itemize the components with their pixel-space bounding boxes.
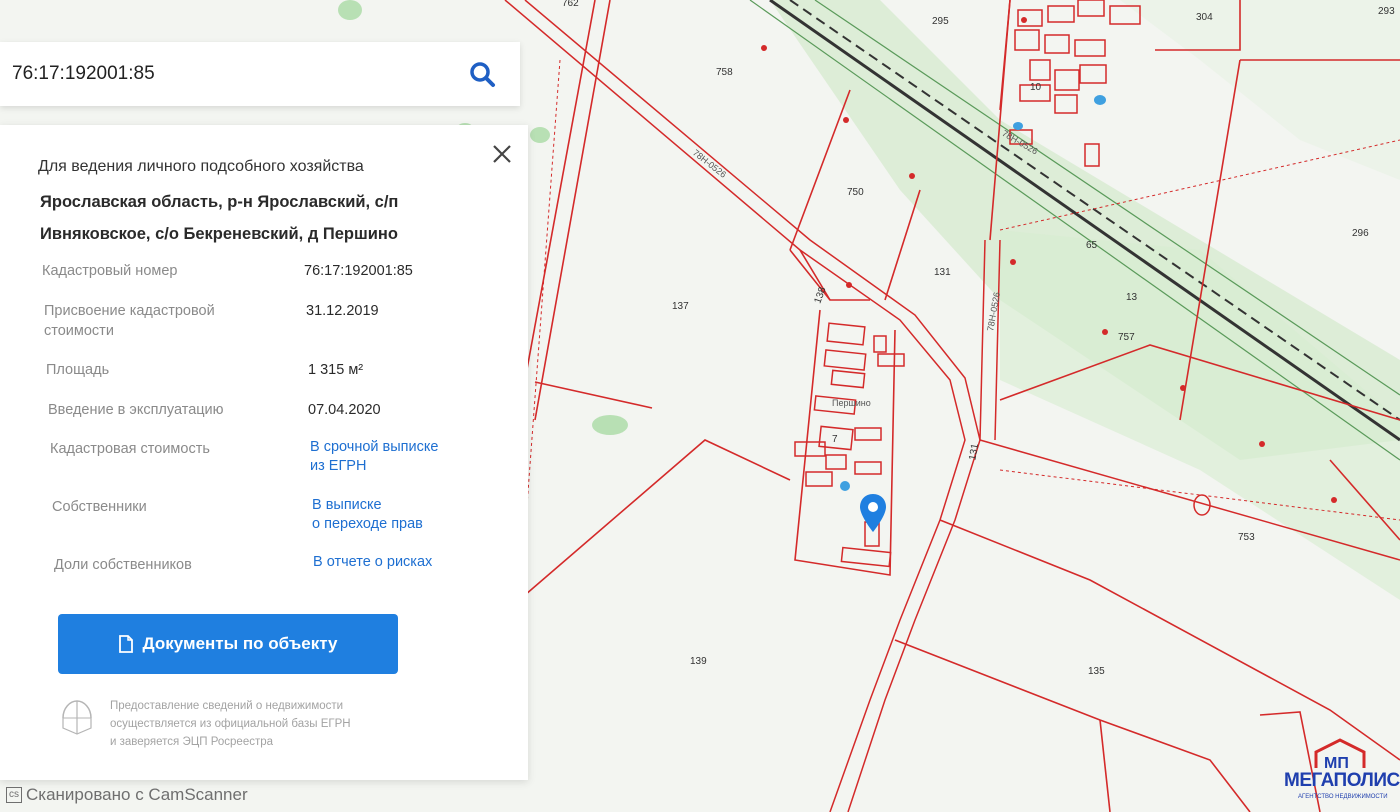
valuation-date-value: 31.12.2019 [306, 303, 379, 319]
signature-seal-icon [62, 700, 92, 735]
label-line: стоимости [44, 323, 114, 339]
parcel-label: 296 [1352, 228, 1369, 239]
owner-shares-label: Доли собственников [54, 557, 192, 573]
village-label: Першино [832, 398, 871, 408]
parcel-label: 753 [1238, 532, 1255, 543]
link-line[interactable]: из ЕГРН [310, 457, 438, 476]
documents-button-label: Документы по объекту [142, 634, 338, 653]
parcel-label: 304 [1196, 12, 1213, 23]
egrn-notice: Предоставление сведений о недвижимости о… [110, 697, 410, 751]
link-line[interactable]: В срочной выписке [310, 438, 438, 457]
search-icon[interactable] [468, 60, 496, 88]
notice-line: Предоставление сведений о недвижимости [110, 700, 344, 712]
search-input[interactable]: 76:17:192001:85 [12, 63, 155, 85]
parcel-label: 13 [1126, 292, 1138, 303]
camscanner-watermark: cs Сканировано с CamScanner [6, 785, 248, 805]
parcel-label: 762 [562, 0, 579, 9]
parcel-label: 139 [690, 656, 707, 667]
cadastral-number-label: Кадастровый номер [42, 263, 178, 279]
logo-name: МЕГАПОЛИС [1284, 770, 1400, 791]
link-line[interactable]: В выписке [312, 496, 423, 515]
notice-line: и заверяется ЭЦП Росреестра [110, 736, 274, 748]
address-line: Ярославская область, р-н Ярославский, с/… [40, 193, 399, 211]
commissioning-label: Введение в эксплуатацию [48, 402, 224, 418]
parcel-label: 10 [1030, 82, 1042, 93]
parcel-label: 750 [847, 187, 864, 198]
commissioning-value: 07.04.2020 [308, 402, 381, 418]
owners-label: Собственники [52, 499, 147, 515]
area-label: Площадь [46, 362, 110, 378]
object-address: Ярославская область, р-н Ярославский, с/… [40, 186, 470, 250]
parcel-label: 7 [832, 434, 838, 445]
valuation-date-label: Присвоение кадастровой стоимости [44, 301, 215, 341]
parcel-label: 65 [1086, 240, 1098, 251]
notice-line: осуществляется из официальной базы ЕГРН [110, 718, 351, 730]
megapolis-logo: МП МЕГАПОЛИС АГЕНТСТВО НЕДВИЖИМОСТИ [1282, 738, 1400, 812]
search-bar[interactable]: 76:17:192001:85 [0, 42, 520, 106]
parcel-label: 137 [672, 301, 689, 312]
parcel-label: 135 [1088, 666, 1105, 677]
link-line[interactable]: о переходе прав [312, 515, 423, 534]
parcel-label: 295 [932, 16, 949, 27]
parcel-label: 293 [1378, 6, 1395, 17]
camscanner-text: Сканировано с CamScanner [26, 785, 248, 804]
ownership-transfer-link[interactable]: В выписке о переходе прав [312, 496, 423, 534]
documents-button[interactable]: Документы по объекту [58, 614, 398, 674]
area-value: 1 315 м² [308, 362, 364, 378]
egrn-extract-link[interactable]: В срочной выписке из ЕГРН [310, 438, 438, 476]
parcel-label: 131 [934, 267, 951, 278]
cadastral-number-value: 76:17:192001:85 [304, 263, 413, 279]
address-line: Ивняковское, с/о Бекреневский, д Першино [40, 225, 398, 243]
land-purpose: Для ведения личного подсобного хозяйства [38, 158, 364, 175]
location-pin-icon[interactable] [858, 492, 888, 536]
parcel-label: 757 [1118, 332, 1135, 343]
parcel-label: 758 [716, 67, 733, 78]
risk-report-link[interactable]: В отчете о рисках [313, 553, 432, 572]
logo-tagline: АГЕНТСТВО НЕДВИЖИМОСТИ [1298, 794, 1388, 800]
house-logo-icon: МП [1314, 738, 1366, 772]
document-icon [118, 635, 133, 653]
close-icon[interactable] [488, 140, 516, 168]
cadastral-value-label: Кадастровая стоимость [50, 441, 210, 457]
label-line: Присвоение кадастровой [44, 303, 215, 319]
camscanner-badge: cs [6, 787, 22, 803]
